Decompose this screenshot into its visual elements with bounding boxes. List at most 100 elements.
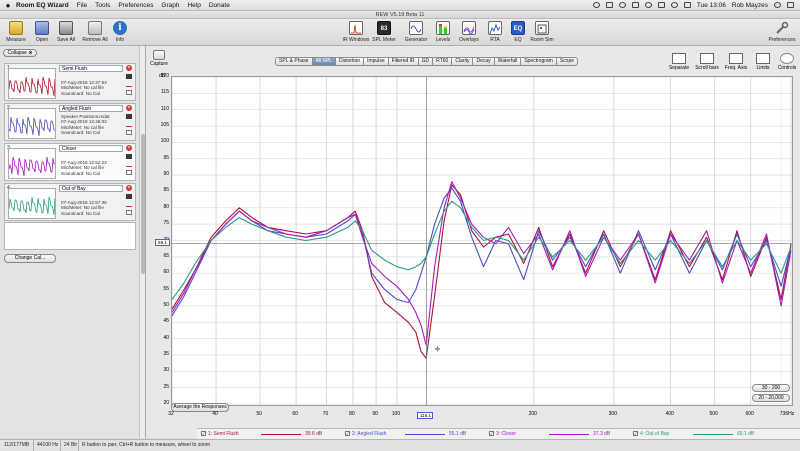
save-measurement-icon[interactable] — [126, 74, 132, 79]
preferences-button[interactable]: Preferences — [766, 21, 798, 43]
menu-donate[interactable]: Donate — [209, 2, 230, 9]
status-box-icon[interactable] — [605, 2, 613, 8]
measurement-card-4[interactable]: 4 Out of Bay 07-Aug-2018 12:57:38 Mic/Me… — [4, 183, 136, 221]
legend-checkbox[interactable]: ✓ — [345, 431, 350, 437]
legend-item-4[interactable]: ✓ 4: Out of Bay 69.1 dB — [633, 431, 773, 438]
display-icon[interactable] — [631, 2, 639, 8]
info-button[interactable]: i Info — [106, 21, 134, 43]
remove-measurement-icon[interactable]: × — [126, 185, 132, 191]
tab-decay[interactable]: Decay — [473, 57, 495, 66]
menu-preferences[interactable]: Preferences — [118, 2, 153, 9]
measurement-info: Speaker Positions.mdat 07-Aug-2018 12:46… — [61, 114, 110, 135]
wifi-icon[interactable] — [670, 2, 678, 8]
edit-icon[interactable] — [126, 122, 132, 127]
tab-filtered-ir[interactable]: Filtered IR — [388, 57, 419, 66]
separate-button[interactable]: Separate — [666, 53, 692, 71]
save-measurement-icon[interactable] — [126, 154, 132, 159]
remove-measurement-icon[interactable]: × — [126, 145, 132, 151]
legend-checkbox[interactable]: ✓ — [633, 431, 638, 437]
tab-waterfall[interactable]: Waterfall — [494, 57, 522, 66]
collapse-button[interactable]: Collapse ⊗ — [3, 49, 37, 57]
series-line-3[interactable] — [171, 181, 792, 346]
legend-item-1[interactable]: ✓ 1: Semi Flush 39.6 dB — [201, 431, 341, 438]
notes-icon[interactable] — [126, 130, 132, 135]
tab-scope[interactable]: Scope — [556, 57, 579, 66]
menu-list-icon[interactable] — [787, 2, 794, 8]
notes-icon[interactable] — [126, 210, 132, 215]
clock[interactable]: Tue 13:06 — [697, 2, 726, 9]
series-line-4[interactable] — [171, 200, 792, 300]
tab-clarity[interactable]: Clarity — [452, 57, 474, 66]
scroll-bars-button[interactable]: Scroll bars — [694, 53, 720, 71]
spl-chart-svg[interactable]: ✛ — [171, 76, 792, 405]
ir-windows-button[interactable]: IR Windows — [342, 21, 370, 43]
menu-graph[interactable]: Graph — [161, 2, 179, 9]
room-sim-button[interactable]: Room Sim — [528, 21, 556, 43]
legend-swatch — [261, 434, 301, 435]
sync-icon[interactable] — [618, 2, 626, 8]
edit-icon[interactable] — [126, 82, 132, 87]
tab-rt60[interactable]: RT60 — [433, 57, 453, 66]
time-machine-icon[interactable] — [644, 2, 652, 8]
levels-button[interactable]: Levels — [429, 21, 457, 43]
spl-meter-button[interactable]: 83 SPL Meter — [370, 21, 398, 43]
measurement-name-field[interactable]: Out of Bay — [59, 185, 123, 192]
status-circle-icon[interactable] — [592, 2, 600, 8]
spl-plot[interactable]: ✛ — [171, 76, 793, 406]
remove-measurement-icon[interactable]: × — [126, 65, 132, 71]
y-tick-label: 115 — [161, 89, 169, 96]
legend-checkbox[interactable]: ✓ — [489, 431, 494, 437]
remove-all-button[interactable]: Remove All — [81, 21, 109, 43]
menu-file[interactable]: File — [77, 2, 87, 9]
overlays-button[interactable]: Overlays — [455, 21, 483, 43]
menu-tools[interactable]: Tools — [95, 2, 110, 9]
bluetooth-icon[interactable] — [657, 2, 665, 8]
controls-button[interactable]: Controls — [774, 53, 800, 71]
notes-icon[interactable] — [126, 90, 132, 95]
user-name[interactable]: Rob Mayzes — [732, 2, 768, 9]
tab-distortion[interactable]: Distortion — [335, 57, 365, 66]
legend-item-3[interactable]: ✓ 3: Closer 37.3 dB — [489, 431, 629, 438]
limits-button[interactable]: Limits — [750, 53, 776, 71]
tab-gd[interactable]: GD — [418, 57, 434, 66]
measurement-card-1[interactable]: 1 Semi Flush 07-Aug-2018 12:37:53 Mic/Me… — [4, 63, 136, 101]
menu-help[interactable]: Help — [187, 2, 200, 9]
measurement-card-2[interactable]: 2 Angled Flush Speaker Positions.mdat 07… — [4, 103, 136, 141]
measurement-name-field[interactable]: Closer — [59, 145, 123, 152]
edit-icon[interactable] — [126, 162, 132, 167]
tab-spectrogram[interactable]: Spectrogram — [521, 57, 557, 66]
range-20-20000-button[interactable]: 20 - 20,000 — [752, 394, 790, 402]
series-line-1[interactable] — [171, 184, 792, 359]
measurements-scrollbar[interactable] — [139, 46, 145, 438]
measure-button[interactable]: Measure — [2, 21, 30, 43]
measurement-card-3[interactable]: 3 Closer 07-Aug-2018 12:52:23 Mic/Meter:… — [4, 143, 136, 181]
tab-spl-phase[interactable]: SPL & Phase — [275, 57, 313, 66]
edit-icon[interactable] — [126, 202, 132, 207]
legend-item-2[interactable]: ✓ 2: Angled Flush 55.1 dB — [345, 431, 485, 438]
range-30-200-button[interactable]: 30 - 200 — [752, 384, 790, 392]
change-cal-button[interactable]: Change Cal... — [4, 254, 56, 263]
remove-measurement-icon[interactable]: × — [126, 105, 132, 111]
save-all-button[interactable]: Save All — [52, 21, 80, 43]
notes-icon[interactable] — [126, 170, 132, 175]
save-measurement-icon[interactable] — [126, 114, 132, 119]
tab-all-spl[interactable]: All SPL — [312, 57, 336, 66]
generator-button[interactable]: Generator — [402, 21, 430, 43]
measurement-name-field[interactable]: Semi Flush — [59, 65, 123, 72]
microphone-icon — [9, 21, 23, 35]
mouse-crosshair-icon: ✛ — [434, 346, 440, 354]
scrollbar-thumb[interactable] — [141, 134, 145, 274]
freq-axis-button[interactable]: Freq. Axis — [723, 53, 749, 71]
measurement-name-field[interactable]: Angled Flush — [59, 105, 123, 112]
apple-icon[interactable]: ● — [0, 1, 16, 10]
legend-checkbox[interactable]: ✓ — [201, 431, 206, 437]
y-tick-label: 40 — [163, 334, 169, 341]
capture-button[interactable]: Capture — [149, 50, 169, 67]
search-icon[interactable] — [774, 2, 781, 8]
menu-app-name[interactable]: Room EQ Wizard — [16, 2, 69, 9]
average-responses-button[interactable]: Average the Responses — [171, 403, 229, 412]
tab-impulse[interactable]: Impulse — [364, 57, 389, 66]
y-tick-label: 80 — [163, 203, 169, 210]
save-measurement-icon[interactable] — [126, 194, 132, 199]
battery-icon[interactable] — [683, 2, 691, 8]
